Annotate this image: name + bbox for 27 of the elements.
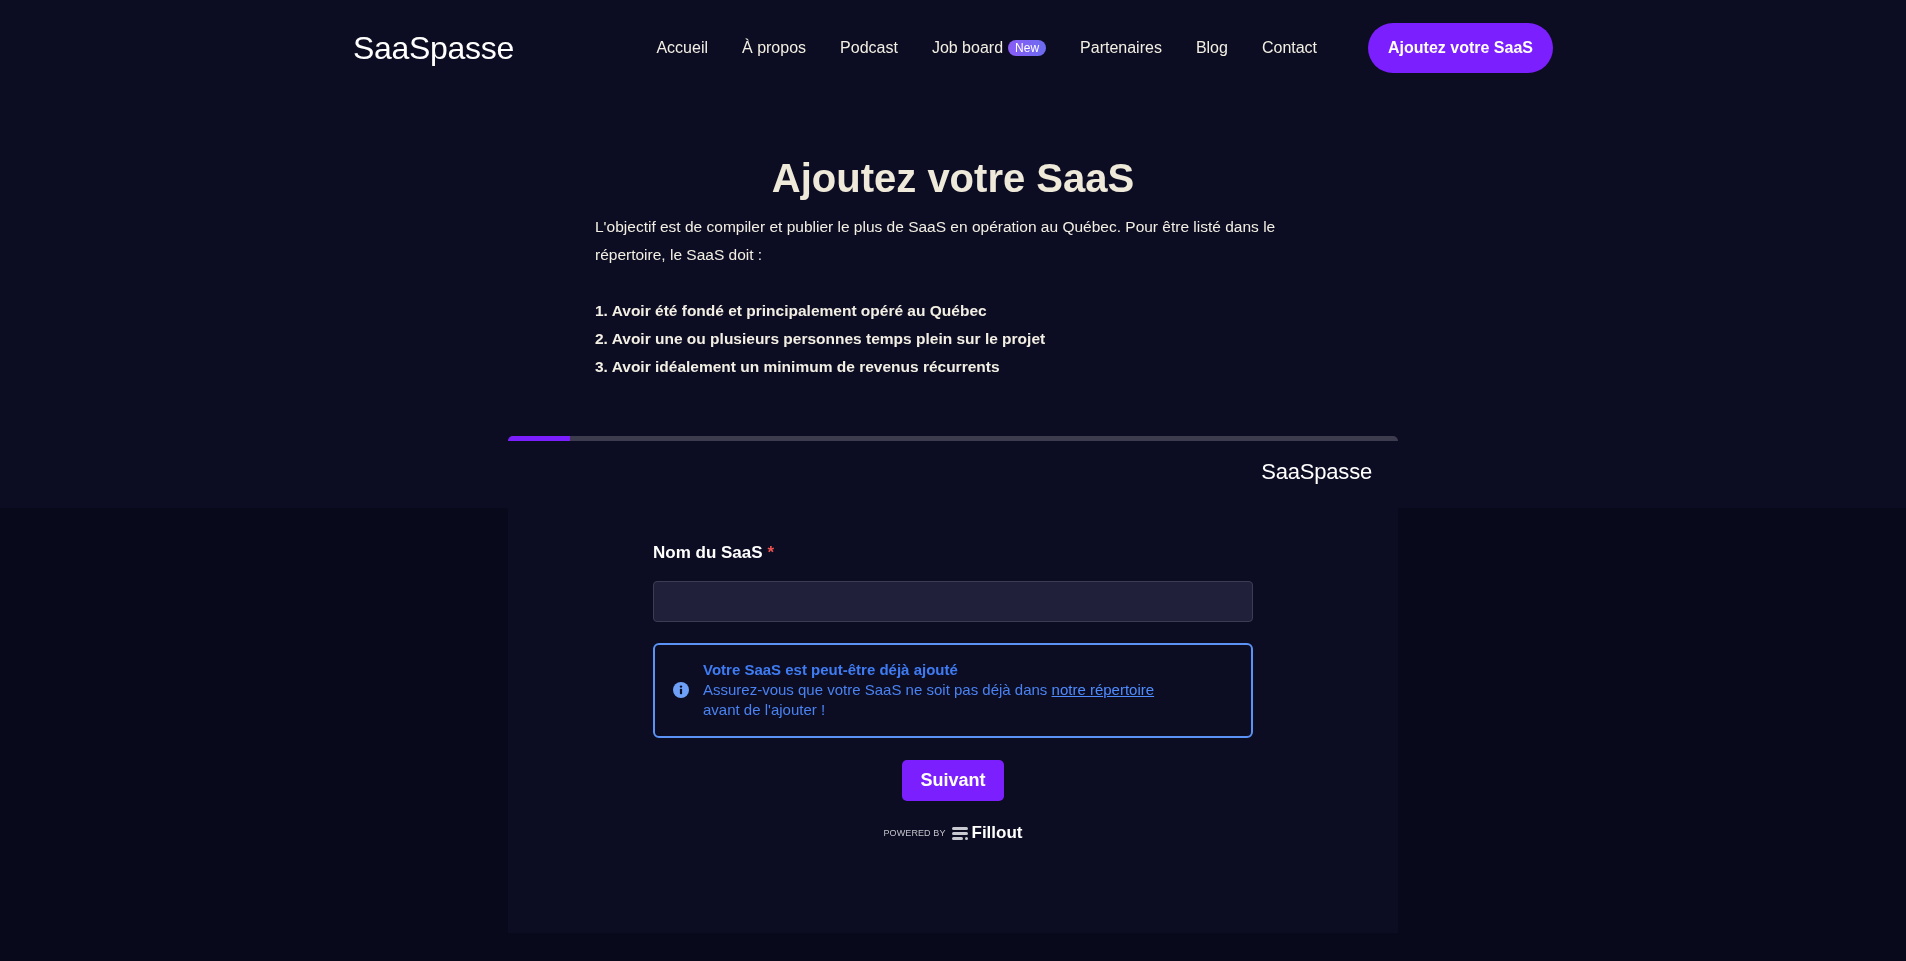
site-logo[interactable]: SaaSpasse	[353, 28, 514, 68]
required-mark: *	[767, 542, 775, 564]
next-button[interactable]: Suivant	[902, 760, 1004, 801]
nav-link[interactable]: Partenaires	[1080, 39, 1162, 57]
notice-text: Assurez-vous que votre SaaS ne soit pas déjà dans notre répertoire avant de l'ajouter !	[703, 680, 1156, 720]
requirement-item: 2. Avoir une ou plusieurs personnes temps plein sur le projet	[595, 329, 1047, 349]
nav-link[interactable]: Contact	[1261, 39, 1318, 57]
new-badge: New	[1008, 40, 1047, 56]
nav-link[interactable]: À propos	[742, 39, 807, 57]
notice-title: Votre SaaS est peut-être déjà ajouté	[703, 660, 959, 680]
form-logo: SaaSpasse	[1261, 459, 1372, 485]
add-saas-button[interactable]: Ajoutez votre SaaS	[1368, 23, 1553, 73]
nav-link[interactable]: Job board New	[931, 39, 1047, 57]
directory-link[interactable]: notre répertoire	[1051, 681, 1155, 698]
requirement-item: 1. Avoir été fondé et principalement opéré au Québec	[595, 301, 988, 321]
powered-by-text: POWERED BY	[883, 828, 946, 838]
field-label: Nom du SaaS	[653, 542, 763, 564]
nav-link[interactable]: Blog	[1195, 39, 1228, 57]
input-field[interactable]	[653, 581, 1253, 622]
intro-paragraph: L'objectif est de compiler et publier le plus de SaaS en opération au Québec. Pour être listé dans le répertoire, le SaaS doit :	[595, 217, 1277, 265]
page-title: Ajoutez votre SaaS	[770, 155, 1136, 202]
nav-link[interactable]: Podcast	[840, 39, 898, 57]
info-icon	[673, 682, 689, 698]
stacked-bars-icon	[951, 826, 968, 840]
nav-link[interactable]: Accueil	[656, 39, 708, 57]
brand-name[interactable]: Fillout	[971, 823, 1023, 843]
requirement-item: 3. Avoir idéalement un minimum de revenus récurrents	[595, 357, 1001, 377]
